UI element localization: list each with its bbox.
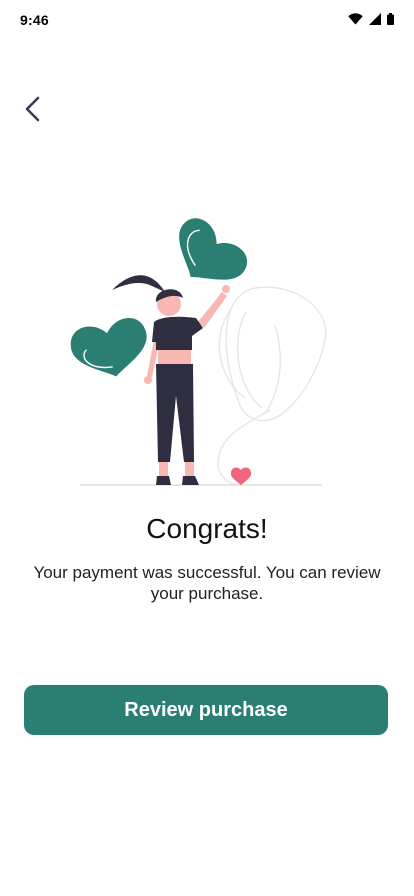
cellular-signal-icon — [369, 13, 381, 25]
small-heart-icon — [230, 467, 252, 485]
status-bar: 9:46 — [0, 0, 414, 40]
success-illustration — [70, 200, 340, 500]
success-message: Your payment was successful. You can rev… — [33, 563, 381, 603]
review-purchase-button[interactable]: Review purchase — [24, 685, 388, 735]
status-time: 9:46 — [20, 12, 49, 28]
lower-heart-icon — [70, 318, 147, 377]
upper-heart-icon — [179, 218, 248, 280]
back-button[interactable] — [16, 92, 50, 126]
status-icons — [348, 13, 394, 25]
wifi-icon — [348, 13, 363, 25]
page-title: Congrats! — [146, 513, 268, 544]
person-figure — [112, 275, 230, 485]
background-leaves-decoration — [217, 286, 327, 486]
battery-icon — [387, 13, 394, 25]
chevron-left-icon — [25, 96, 40, 122]
